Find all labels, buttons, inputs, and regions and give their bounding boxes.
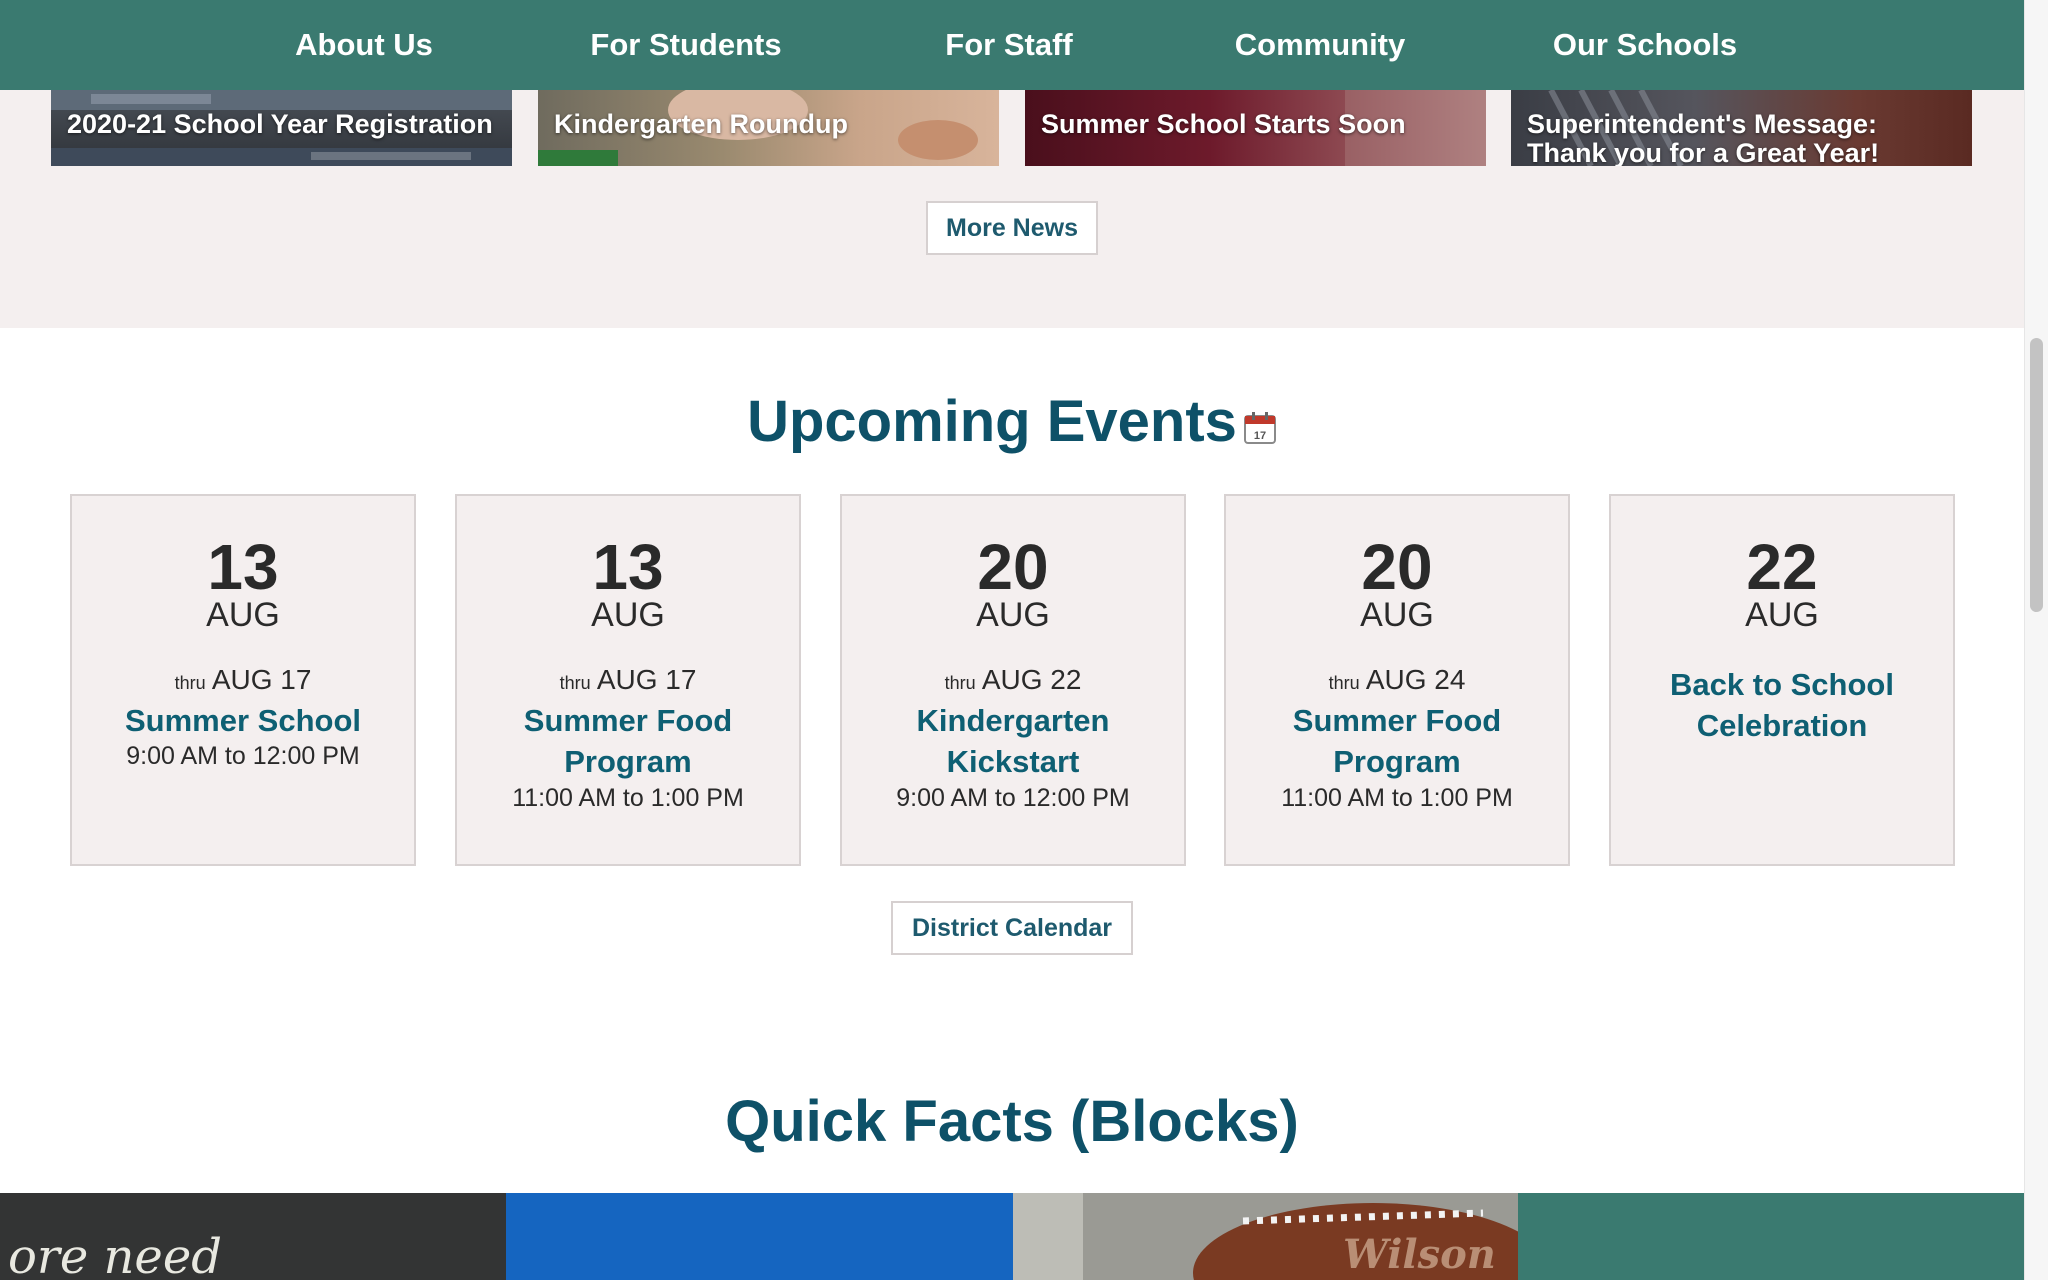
- event-card[interactable]: 20 AUG thru AUG 22 Kindergarten Kickstar…: [840, 494, 1186, 866]
- event-time: 9:00 AM to 12:00 PM: [896, 784, 1130, 812]
- nav-for-staff[interactable]: For Staff: [945, 0, 1072, 90]
- main-navigation: About Us For Students For Staff Communit…: [0, 0, 2024, 90]
- svg-text:Wilson: Wilson: [1343, 1231, 1496, 1278]
- nav-our-schools[interactable]: Our Schools: [1553, 0, 1737, 90]
- event-end-date: AUG 22: [981, 664, 1082, 695]
- event-month: AUG: [1745, 596, 1819, 634]
- event-card[interactable]: 22 AUG Back to School Celebration: [1609, 494, 1955, 866]
- event-card[interactable]: 20 AUG thru AUG 24 Summer Food Program 1…: [1224, 494, 1570, 866]
- news-card-superintendent[interactable]: Superintendent's Message: Thank you for …: [1511, 90, 1972, 166]
- event-day: 13: [207, 531, 279, 603]
- event-month: AUG: [976, 596, 1050, 634]
- event-thru: thru AUG 17: [457, 664, 799, 696]
- quick-facts-heading: Quick Facts (Blocks): [725, 1089, 1299, 1154]
- page-scrollbar[interactable]: [2024, 0, 2048, 1280]
- thru-label: thru: [174, 673, 206, 693]
- more-news-button[interactable]: More News: [926, 201, 1098, 255]
- event-title[interactable]: Summer Food Program: [1246, 700, 1548, 782]
- fact-block-blue[interactable]: [506, 1193, 1013, 1280]
- event-month: AUG: [1360, 596, 1434, 634]
- nav-for-students[interactable]: For Students: [590, 0, 781, 90]
- news-title[interactable]: Summer School Starts Soon: [1041, 110, 1476, 139]
- event-card[interactable]: 13 AUG thru AUG 17 Summer Food Program 1…: [455, 494, 801, 866]
- events-heading-text: Upcoming Events: [747, 389, 1237, 454]
- nav-about-us[interactable]: About Us: [295, 0, 433, 90]
- event-time: 11:00 AM to 1:00 PM: [1281, 784, 1513, 812]
- event-title[interactable]: Back to School Celebration: [1631, 664, 1933, 746]
- event-day: 22: [1746, 531, 1818, 603]
- chalkboard-image: ore need: [0, 1193, 506, 1280]
- event-title[interactable]: Summer School: [92, 700, 394, 741]
- event-thru: thru AUG 17: [72, 664, 414, 696]
- thru-label: thru: [944, 673, 976, 693]
- thru-label: thru: [559, 673, 591, 693]
- event-time: 11:00 AM to 1:00 PM: [512, 784, 744, 812]
- event-day: 20: [977, 531, 1049, 603]
- event-day: 13: [592, 531, 664, 603]
- event-card[interactable]: 13 AUG thru AUG 17 Summer School 9:00 AM…: [70, 494, 416, 866]
- news-card-registration[interactable]: 2020-21 School Year Registration: [51, 90, 512, 166]
- event-month: AUG: [206, 596, 280, 634]
- event-day: 20: [1361, 531, 1433, 603]
- event-end-date: AUG 17: [211, 664, 312, 695]
- event-thru: thru AUG 22: [842, 664, 1184, 696]
- event-thru: thru AUG 24: [1226, 664, 1568, 696]
- news-title[interactable]: Superintendent's Message: Thank you for …: [1527, 110, 1962, 167]
- fact-block-chalkboard[interactable]: ore need: [0, 1193, 506, 1280]
- calendar-icon[interactable]: 17: [1243, 392, 1277, 459]
- fact-block-teal[interactable]: [1518, 1193, 2024, 1280]
- event-time: 9:00 AM to 12:00 PM: [126, 742, 360, 770]
- news-card-kindergarten[interactable]: Kindergarten Roundup: [538, 90, 999, 166]
- district-calendar-button[interactable]: District Calendar: [891, 901, 1133, 955]
- svg-text:17: 17: [1254, 430, 1266, 442]
- event-month: AUG: [591, 596, 665, 634]
- thru-label: thru: [1328, 673, 1360, 693]
- news-card-summer-school[interactable]: Summer School Starts Soon: [1025, 90, 1486, 166]
- events-heading: Upcoming Events 17: [0, 388, 2024, 459]
- svg-text:ore need: ore need: [8, 1229, 222, 1280]
- nav-community[interactable]: Community: [1235, 0, 1406, 90]
- football-image: Wilson: [1013, 1193, 1518, 1280]
- event-title[interactable]: Summer Food Program: [477, 700, 779, 782]
- news-title[interactable]: Kindergarten Roundup: [554, 110, 989, 139]
- event-title[interactable]: Kindergarten Kickstart: [862, 700, 1164, 782]
- event-end-date: AUG 17: [596, 664, 697, 695]
- event-end-date: AUG 24: [1365, 664, 1466, 695]
- scrollbar-thumb[interactable]: [2030, 338, 2043, 612]
- news-title[interactable]: 2020-21 School Year Registration: [67, 110, 502, 139]
- fact-block-football[interactable]: Wilson: [1013, 1193, 1518, 1280]
